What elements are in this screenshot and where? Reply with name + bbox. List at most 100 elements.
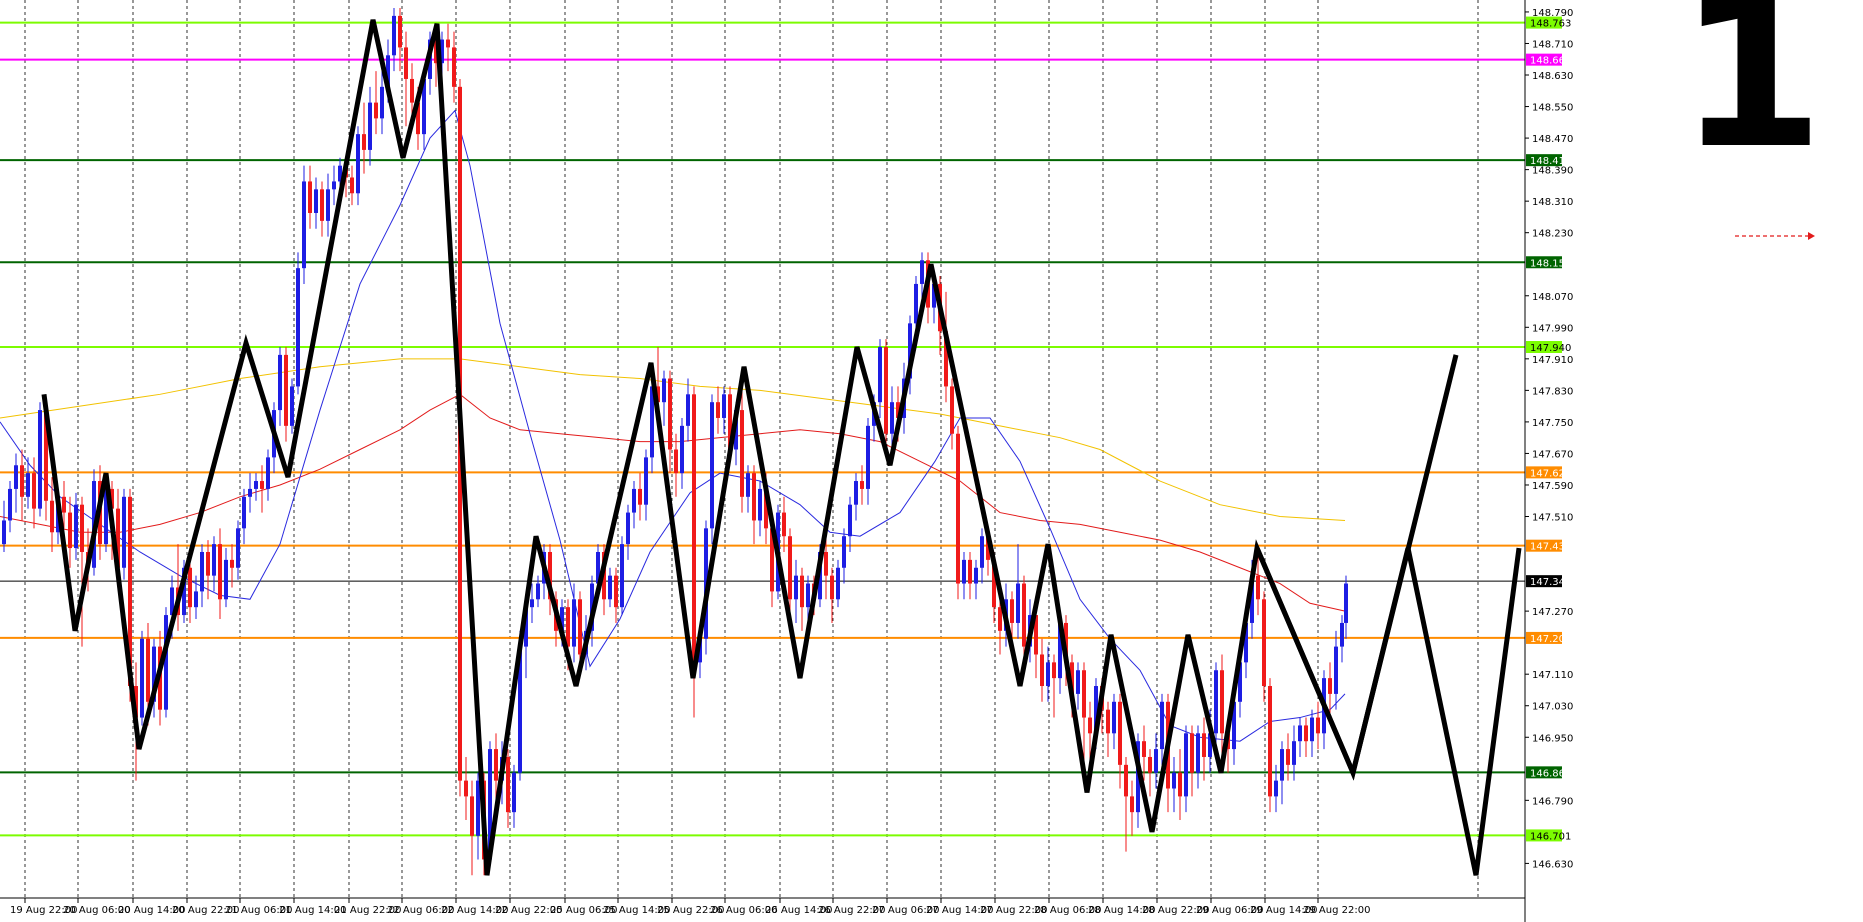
candle-body [242,496,246,529]
candle-body [854,481,858,505]
candle-body [164,615,168,710]
candle-body [662,378,666,403]
candle-body [368,102,372,150]
candle-body [278,354,282,411]
candle-body [146,638,150,702]
candle-body [1010,599,1014,623]
candle-body [8,488,12,521]
candle-body [710,402,714,529]
candle-body [950,386,954,434]
level-tag-label: 146.861 [1530,768,1571,779]
candle-body [1124,764,1128,797]
candle-body [380,86,384,119]
candle-body [668,378,672,450]
candle-body [1262,599,1266,687]
chart-background [0,0,1863,922]
candle-body [794,575,798,600]
level-tag-label: 147.436 [1530,542,1571,553]
candle-body [740,410,744,497]
candle-body [194,591,198,608]
level-tag-label: 148.414 [1530,156,1571,167]
candle-body [578,599,582,655]
price-tick-label: 146.950 [1532,733,1573,744]
candle-body [452,47,456,87]
candle-body [644,457,648,505]
candle-body [758,488,762,521]
price-tick-label: 147.510 [1532,513,1573,524]
candle-body [32,473,36,509]
price-tick-label: 147.990 [1532,323,1573,334]
candle-body [506,756,510,813]
candle-body [716,402,720,418]
price-tick-label: 148.630 [1532,71,1573,82]
candle-body [566,607,570,647]
candle-body [38,410,42,509]
candle-body [20,465,24,497]
candle-body [1196,733,1200,773]
candle-body [446,39,450,48]
candle-body [1118,701,1122,765]
candle-body [284,354,288,426]
candle-body [878,347,882,403]
level-tag-label: 147.346 [1530,577,1571,588]
candle-body [572,599,576,647]
candle-body [122,496,126,568]
candle-body [356,134,360,194]
candle-body [74,504,78,549]
candle-body [236,528,240,568]
candle-body [1082,670,1086,718]
candle-body [722,394,726,418]
price-tick-label: 148.710 [1532,39,1573,50]
candle-body [998,607,1002,631]
price-tick-label: 148.550 [1532,103,1573,114]
candle-body [1340,622,1344,647]
candle-body [860,481,864,489]
candle-body [1040,654,1044,687]
price-tick-label: 147.590 [1532,481,1573,492]
candle-body [1202,733,1206,757]
candle-body [374,102,378,119]
price-tick-label: 148.310 [1532,197,1573,208]
level-tag-label: 147.940 [1530,343,1571,354]
candle-body [314,189,318,213]
candle-body [1052,662,1056,679]
candle-body [290,386,294,426]
candle-body [1256,575,1260,600]
candle-body [1112,701,1116,734]
level-tag-label: 147.202 [1530,634,1571,645]
candle-body [1214,670,1218,734]
candle-body [890,402,894,434]
candle-body [1184,733,1188,797]
candle-body [1280,749,1284,781]
candle-body [608,575,612,600]
price-tick-label: 148.070 [1532,292,1573,303]
candle-body [1046,662,1050,687]
candle-body [1328,678,1332,694]
candle-body [254,481,258,489]
candle-body [14,465,18,489]
level-tag-label: 146.701 [1530,831,1571,842]
price-tick-label: 147.750 [1532,418,1573,429]
price-chart[interactable]: 148.790148.710148.630148.550148.470148.3… [0,0,1863,922]
candle-body [350,177,354,194]
candle-body [140,638,144,718]
price-tick-label: 147.110 [1532,670,1573,681]
candle-body [836,567,840,600]
price-tick-label: 147.030 [1532,702,1573,713]
candle-body [1178,772,1182,797]
candle-body [1154,749,1158,773]
candle-body [230,559,234,568]
candle-body [2,520,6,545]
candle-body [1310,717,1314,742]
candle-body [1016,583,1020,623]
candle-body [956,433,960,584]
candle-body [614,575,618,608]
level-tag-label: 148.155 [1530,258,1571,269]
candle-body [1022,583,1026,647]
candle-body [1334,646,1338,694]
candle-body [50,500,54,533]
candle-body [26,473,30,497]
candle-body [320,189,324,221]
candle-body [962,559,966,584]
level-tag-label: 148.763 [1530,19,1571,30]
